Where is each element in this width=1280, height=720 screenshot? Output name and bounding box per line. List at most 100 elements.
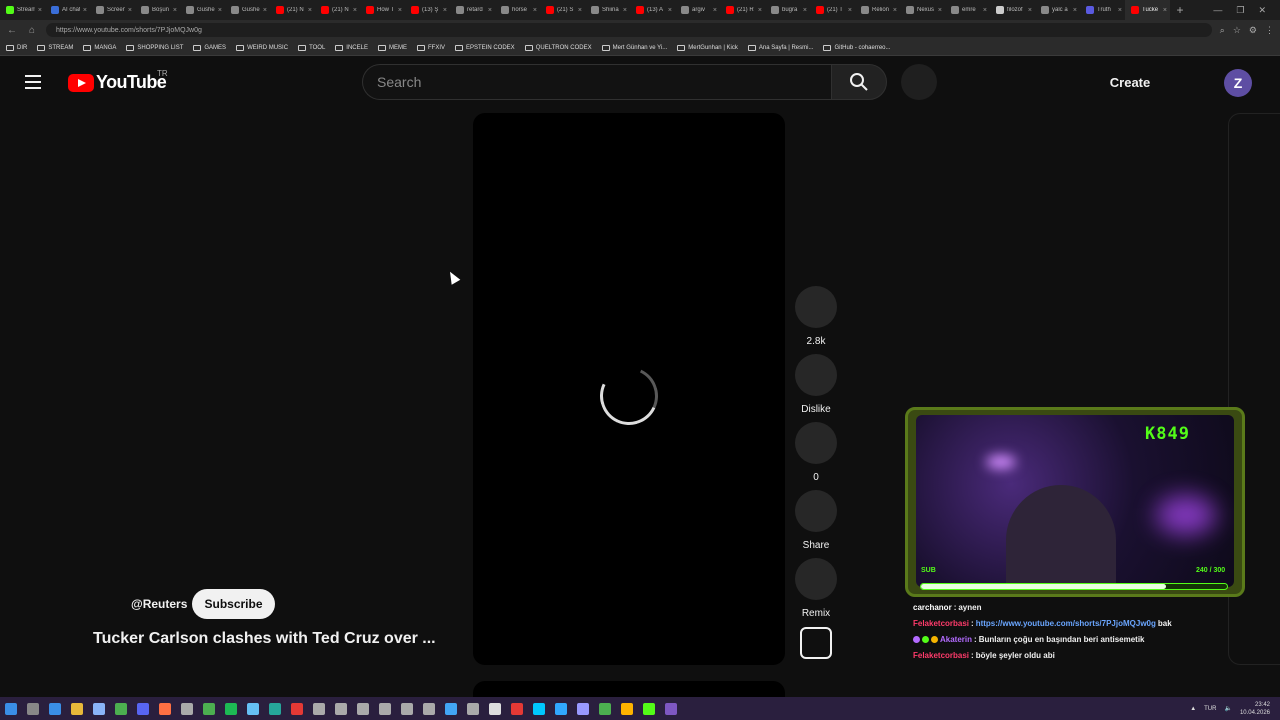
steam-icon[interactable] [242,697,264,720]
create-button[interactable]: Create [1100,70,1160,94]
app-icon[interactable] [286,697,308,720]
spotify-icon[interactable] [220,697,242,720]
close-icon[interactable]: × [713,7,717,14]
remix-button[interactable] [795,558,837,600]
browser-tab[interactable]: Truth × [1080,0,1125,20]
app-icon[interactable] [330,697,352,720]
chat-link[interactable]: https://www.youtube.com/shorts/7PJjoMQJw… [976,619,1156,628]
extensions-icon[interactable]: ⚙ [1249,25,1257,36]
bookmark-item[interactable]: EPSTEIN CODEX [455,44,515,51]
close-icon[interactable]: × [983,7,987,14]
browser-tab[interactable]: Screen × [90,0,135,20]
avatar[interactable]: Z [1224,69,1252,97]
close-icon[interactable]: × [443,7,447,14]
app-icon[interactable] [396,697,418,720]
app-icon[interactable] [440,697,462,720]
youtube-logo[interactable]: YouTube [68,72,167,93]
subscribe-button[interactable]: Subscribe [192,589,275,619]
discord-icon[interactable] [132,697,154,720]
browser-tab[interactable]: (13) Ş × [405,0,450,20]
browser-tab[interactable]: retard × [450,0,495,20]
browser-tab[interactable]: bugra × [765,0,810,20]
widgets-icon[interactable] [44,697,66,720]
close-icon[interactable]: × [1028,7,1032,14]
close-icon[interactable]: × [353,7,357,14]
bookmark-item[interactable]: TOOL [298,44,325,51]
bookmark-item[interactable]: INCELE [335,44,368,51]
close-icon[interactable]: × [803,7,807,14]
sound-thumbnail[interactable] [800,627,832,659]
url-field[interactable]: https://www.youtube.com/shorts/7PJjoMQJw… [46,23,1212,37]
app-icon[interactable] [462,697,484,720]
close-window-icon[interactable]: ✕ [1258,5,1266,16]
chat-username[interactable]: Felaketcorbasi [913,619,969,628]
browser-tab[interactable]: AI chat × [45,0,90,20]
app-icon[interactable] [594,697,616,720]
notepad-icon[interactable] [88,697,110,720]
windows-start-icon[interactable] [0,697,22,720]
chat-username[interactable]: Akaterin [940,635,972,644]
browser-tab[interactable]: How T × [360,0,405,20]
app-icon[interactable] [660,697,682,720]
browser-tab[interactable]: (21) S × [540,0,585,20]
chrome-icon[interactable] [110,697,132,720]
close-icon[interactable]: × [263,7,267,14]
dislike-button[interactable] [795,354,837,396]
star-icon[interactable]: ☆ [1233,25,1241,36]
bookmark-item[interactable]: DIR [6,44,27,51]
close-icon[interactable]: × [893,7,897,14]
bookmark-item[interactable]: MEME [377,44,407,51]
browser-tab[interactable]: Gushe × [225,0,270,20]
close-icon[interactable]: × [38,7,42,14]
close-icon[interactable]: × [623,7,627,14]
bookmark-item[interactable]: Mert Günhan ve Yi... [601,44,667,51]
close-icon[interactable]: × [938,7,942,14]
task-view-icon[interactable] [22,697,44,720]
close-icon[interactable]: × [488,7,492,14]
bookmark-item[interactable]: SHOPPING LIST [126,44,183,51]
comments-button[interactable] [795,422,837,464]
close-icon[interactable]: × [308,7,312,14]
bookmark-item[interactable]: GAMES [193,44,226,51]
close-icon[interactable]: × [1118,7,1122,14]
browser-tab[interactable]: Gushe × [180,0,225,20]
bookmark-item[interactable]: QUELTRON CODEX [524,44,592,51]
bookmark-item[interactable]: GitHub - cohaerreo... [823,44,891,51]
browser-tab[interactable]: Stream × [0,0,45,20]
app-icon[interactable] [264,697,286,720]
photoshop-icon[interactable] [550,697,572,720]
app-icon[interactable] [374,697,396,720]
search-button[interactable] [831,64,887,100]
bookmark-item[interactable]: WEIRD MUSIC [236,44,288,51]
close-icon[interactable]: × [1073,7,1077,14]
close-icon[interactable]: × [758,7,762,14]
back-icon[interactable]: ← [6,25,18,36]
bookmark-item[interactable]: STREAM [37,44,73,51]
channel-name[interactable]: @Reuters [131,597,187,611]
new-tab-icon[interactable]: + [1170,3,1190,17]
app-icon[interactable] [176,697,198,720]
file-explorer-icon[interactable] [66,697,88,720]
browser-tab[interactable]: (21) N × [315,0,360,20]
audition-icon[interactable] [528,697,550,720]
bookmark-item[interactable]: MANGA [83,44,116,51]
close-icon[interactable]: × [398,7,402,14]
minimize-icon[interactable]: — [1213,5,1222,16]
close-icon[interactable]: × [173,7,177,14]
app-icon[interactable] [506,697,528,720]
close-icon[interactable]: × [848,7,852,14]
app-icon[interactable] [352,697,374,720]
chat-username[interactable]: carchanor [913,603,952,612]
browser-tab[interactable]: argiv × [675,0,720,20]
browser-tab[interactable]: yalc a × [1035,0,1080,20]
close-icon[interactable]: × [533,7,537,14]
browser-tab[interactable]: (21) N × [270,0,315,20]
browser-tab[interactable]: Tucke × [1125,0,1170,20]
browser-tab[interactable]: (21) R × [720,0,765,20]
close-icon[interactable]: × [128,7,132,14]
premiere-icon[interactable] [572,697,594,720]
voice-search-button[interactable] [901,64,937,100]
app-icon[interactable] [418,697,440,720]
browser-tab[interactable]: Nexus × [900,0,945,20]
browser-tab[interactable]: Relion × [855,0,900,20]
